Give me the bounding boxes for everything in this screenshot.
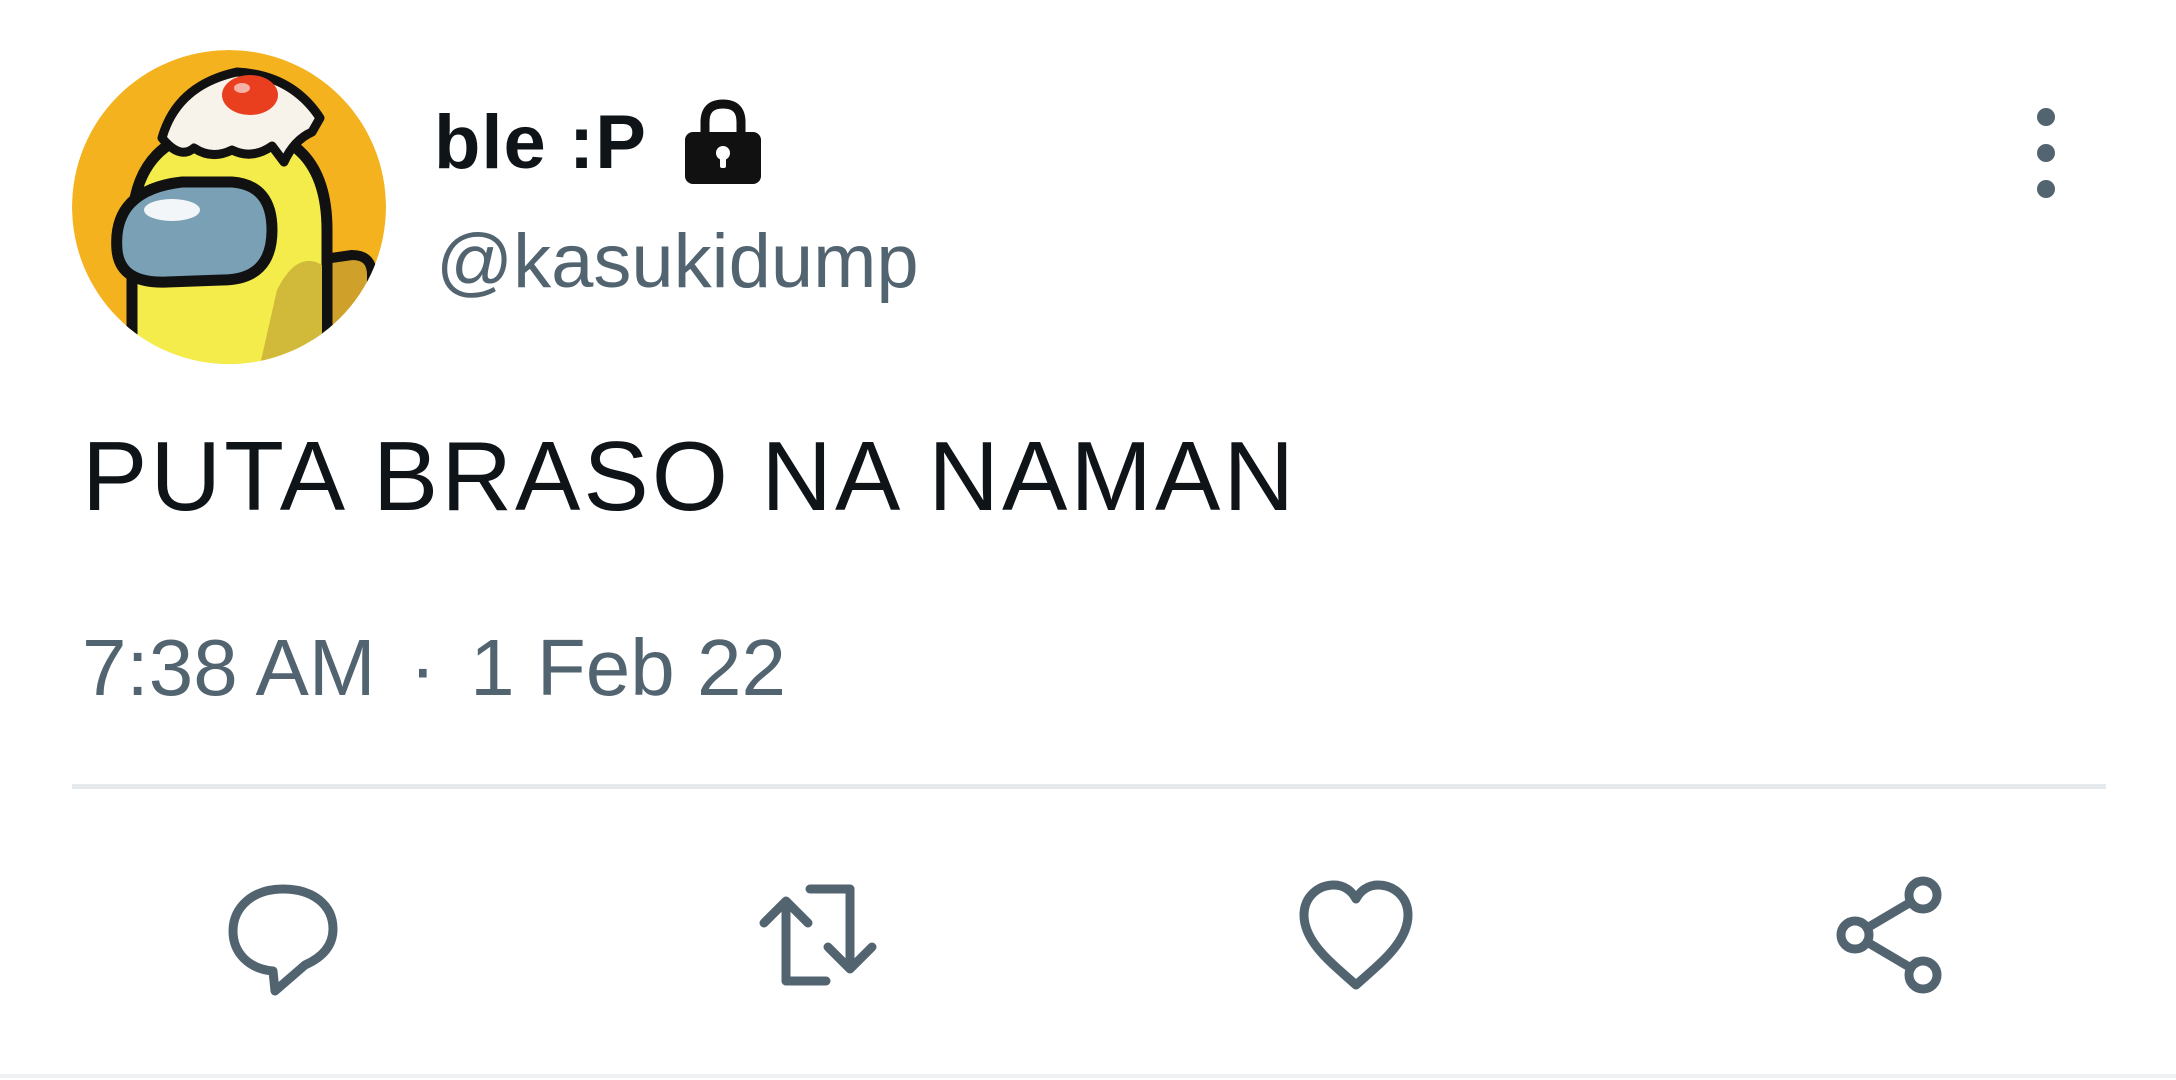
bottom-border [0,1074,2176,1078]
tweet-time: 7:38 AM [82,623,376,712]
tweet-detail: ble :P @kasukidump PUTA BRASO NA NAMAN 7… [0,0,2176,1080]
crewmate-avatar-icon [72,50,386,364]
retweet-arrows-icon [759,884,877,986]
more-dot [2037,108,2055,126]
more-options-button[interactable] [2016,108,2076,198]
like-button[interactable] [1291,870,1421,1000]
tweet-date: 1 Feb 22 [470,623,786,712]
timestamp-separator: · [409,623,437,712]
share-button[interactable] [1828,870,1958,1000]
speech-bubble-icon [228,884,338,996]
tweet-text: PUTA BRASO NA NAMAN [82,421,1298,531]
action-bar [0,870,2176,1000]
avatar[interactable] [72,50,386,364]
share-nodes-icon [1836,876,1942,994]
divider [72,784,2106,789]
more-dot [2037,180,2055,198]
user-handle[interactable]: @kasukidump [436,218,919,305]
tweet-timestamp[interactable]: 7:38 AM · 1 Feb 22 [82,622,786,714]
heart-icon [1299,880,1413,990]
lock-icon [684,99,761,184]
retweet-button[interactable] [753,870,883,1000]
reply-button[interactable] [218,870,348,1000]
display-name[interactable]: ble :P [434,99,647,186]
display-name-row: ble :P [434,92,769,192]
more-dot [2037,144,2055,162]
